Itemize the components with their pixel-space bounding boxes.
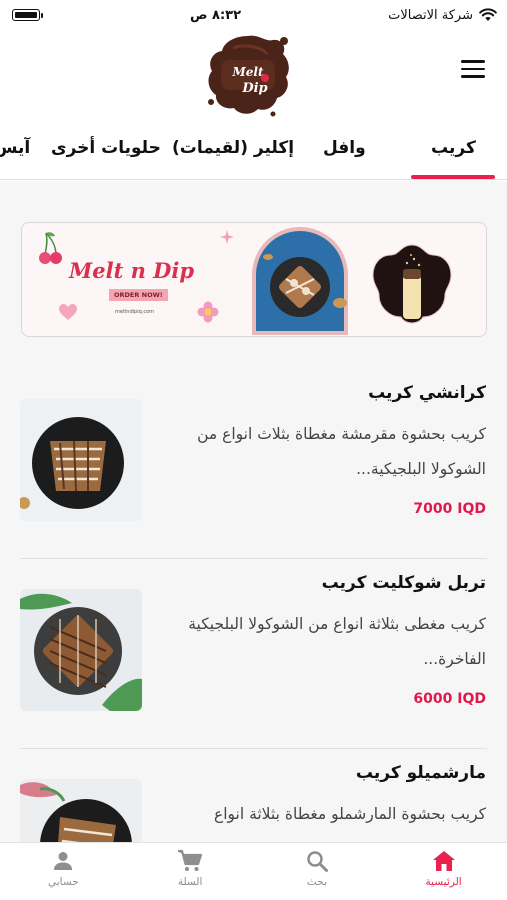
status-time: ٨:٣٢ ص — [190, 7, 242, 23]
main-content[interactable]: Melt n Dip ORDER NOW! meltndipiq.com كرا… — [0, 181, 507, 842]
product-description: كريب مغطى بثلاثة انواع من الشوكولا البلج… — [188, 615, 486, 668]
svg-text:Melt: Melt — [231, 65, 263, 79]
product-image — [20, 399, 142, 521]
hamburger-menu-icon — [461, 60, 485, 63]
sparkle-icon — [220, 230, 234, 244]
product-image — [20, 779, 142, 842]
product-name: كرانشي كريب — [368, 383, 486, 403]
product-image — [20, 589, 142, 711]
product-card[interactable]: مارشميلو كريب كريب بحشوة المارشملو مغطاة… — [0, 751, 507, 842]
nav-cart[interactable]: السلة — [127, 843, 254, 900]
category-tabs: كريب وافل إكلير (لقيمات) حلويات أخرى آيس — [0, 122, 507, 180]
product-divider — [20, 558, 487, 559]
status-bar: ٨:٣٢ ص شركة الاتصالات — [0, 0, 507, 30]
person-icon — [54, 852, 73, 870]
nav-account[interactable]: حسابي — [0, 843, 127, 900]
battery-icon — [12, 9, 40, 21]
product-card[interactable]: كرانشي كريب كريب بحشوة مقرمشة مغطاة بثلا… — [0, 371, 507, 551]
tab-ice[interactable]: آيس — [0, 138, 30, 158]
banner-crepe-image — [252, 227, 348, 335]
banner-order-now-button[interactable]: ORDER NOW! — [109, 289, 168, 301]
home-icon — [432, 851, 455, 871]
carrier-name: شركة الاتصالات — [388, 7, 473, 23]
product-name: مارشميلو كريب — [355, 763, 486, 783]
app-header: Melt Dip — [0, 30, 507, 122]
nav-label: الرئيسية — [425, 876, 462, 888]
nav-search[interactable]: بحث — [254, 843, 381, 900]
nav-label: بحث — [306, 876, 327, 888]
bottom-nav: حسابي السلة بحث الرئيسية — [0, 842, 507, 900]
tab-eclair[interactable]: إكلير (لقيمات) — [172, 138, 294, 158]
product-description: كريب بحشوة مقرمشة مغطاة بثلاث انواع من ا… — [197, 425, 486, 478]
wifi-icon — [479, 8, 497, 21]
svg-text:Dip: Dip — [241, 81, 267, 96]
product-price: 7000 IQD — [413, 501, 486, 517]
product-price: 6000 IQD — [413, 691, 486, 707]
banner-url: meltndipiq.com — [115, 309, 155, 315]
product-name: تربل شوكليت كريب — [321, 573, 486, 593]
banner-title: Melt n Dip — [69, 258, 195, 283]
active-tab-indicator — [411, 175, 495, 179]
tab-waffle[interactable]: وافل — [323, 138, 366, 158]
search-icon — [307, 851, 328, 872]
promo-banner[interactable]: Melt n Dip ORDER NOW! meltndipiq.com — [21, 222, 487, 337]
tab-other-sweets[interactable]: حلويات أخرى — [51, 138, 161, 158]
product-description: كريب بحشوة المارشملو مغطاة بثلاثة انواع — [213, 805, 486, 823]
menu-button[interactable] — [461, 60, 485, 80]
tab-crepe[interactable]: كريب — [431, 138, 476, 158]
cherry-icon — [39, 232, 62, 264]
battery-indicator — [10, 9, 43, 21]
product-divider — [20, 748, 487, 749]
melt-n-dip-logo[interactable]: Melt Dip — [203, 30, 293, 118]
nav-label: السلة — [177, 876, 203, 888]
product-card[interactable]: تربل شوكليت كريب كريب مغطى بثلاثة انواع … — [0, 561, 507, 741]
cart-icon — [178, 849, 203, 871]
nav-home[interactable]: الرئيسية — [380, 843, 507, 900]
heart-icon — [59, 304, 77, 320]
nav-label: حسابي — [48, 876, 79, 888]
banner-drink-image — [372, 244, 452, 324]
flower-icon — [197, 301, 219, 323]
